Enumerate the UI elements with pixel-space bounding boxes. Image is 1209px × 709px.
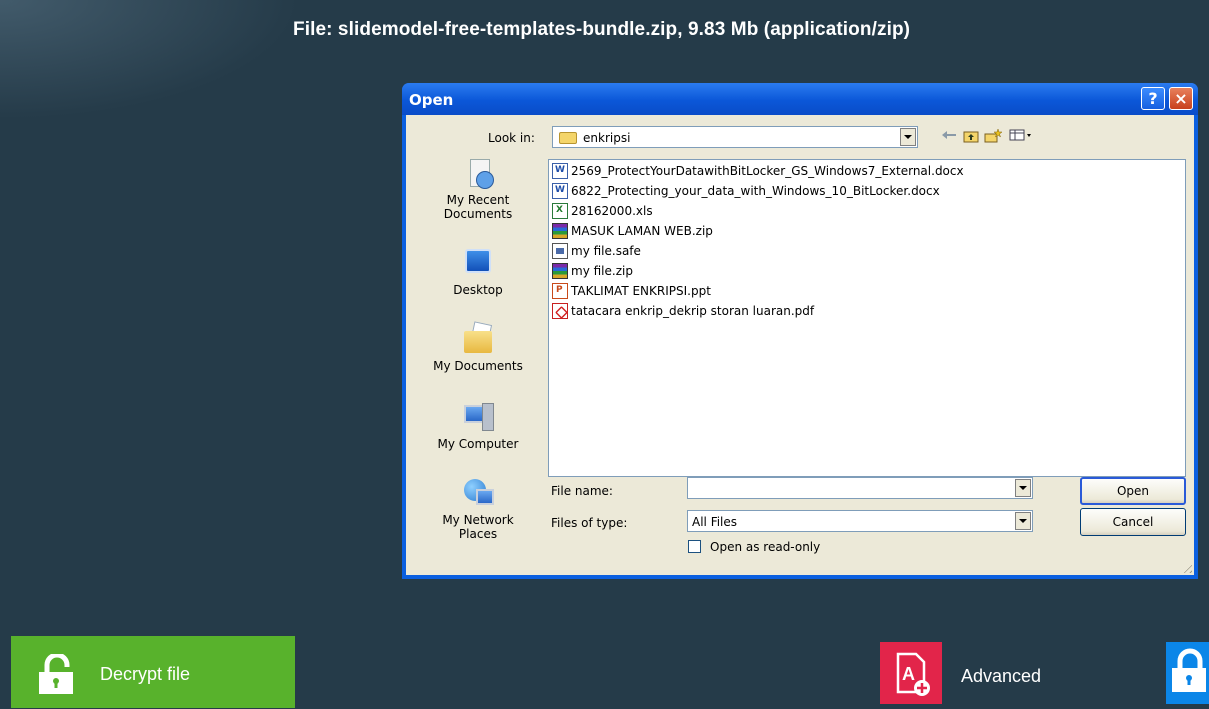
place-label: Desktop [453,283,503,297]
file-list-item[interactable]: 6822_Protecting_your_data_with_Windows_1… [552,181,940,201]
open-button[interactable]: Open [1080,477,1186,505]
safe-file-icon [552,243,568,259]
look-in-label: Look in: [488,131,535,145]
advanced-label[interactable]: Advanced [961,666,1041,687]
word-document-icon [552,163,568,179]
close-button[interactable]: × [1169,87,1193,110]
read-only-label: Open as read-only [710,540,821,554]
file-name-text: 28162000.xls [571,204,653,218]
dialog-titlebar[interactable]: Open ? × [402,83,1198,115]
read-only-checkbox[interactable] [688,540,701,553]
place-label: My Documents [433,359,523,373]
powerpoint-document-icon [552,283,568,299]
place-my-computer[interactable]: My Computer [426,401,530,451]
new-folder-icon[interactable] [984,128,1003,145]
decrypt-file-button[interactable]: Decrypt file [11,636,295,708]
file-list-item[interactable]: 28162000.xls [552,201,653,221]
file-name-text: 2569_ProtectYourDatawithBitLocker_GS_Win… [571,164,964,178]
file-name-text: tatacara enkrip_dekrip storan luaran.pdf [571,304,815,318]
zip-archive-icon [552,223,568,239]
resize-grip[interactable] [1180,561,1192,573]
background-glow [0,0,300,120]
svg-text:A: A [902,664,915,684]
file-name-text: my file.zip [571,264,633,278]
file-name-label: File name: [551,484,613,498]
file-type-label: Files of type: [551,516,628,530]
my-computer-icon [462,401,494,433]
place-my-recent-documents[interactable]: My Recent Documents [426,157,530,221]
chevron-down-icon[interactable] [1015,479,1031,497]
network-places-icon [462,477,494,509]
encrypt-lock-icon[interactable] [1166,642,1209,704]
file-list-item[interactable]: my file.safe [552,241,641,261]
open-file-dialog: Open ? × Look in: enkripsi My Recent Doc… [402,83,1198,579]
unlock-icon [35,652,79,694]
file-type-value: All Files [692,515,738,529]
file-type-dropdown[interactable]: All Files [687,510,1033,532]
file-name-text: 6822_Protecting_your_data_with_Windows_1… [571,184,940,198]
look-in-value: enkripsi [583,131,631,145]
file-list-item[interactable]: TAKLIMAT ENKRIPSI.ppt [552,281,711,301]
file-name-text: my file.safe [571,244,641,258]
excel-document-icon [552,203,568,219]
file-list[interactable]: 2569_ProtectYourDatawithBitLocker_GS_Win… [548,159,1186,477]
cancel-button[interactable]: Cancel [1080,508,1186,536]
chevron-down-icon[interactable] [1015,512,1031,530]
recent-documents-icon [462,157,494,189]
back-arrow-icon[interactable] [940,129,958,145]
place-my-network-places[interactable]: My Network Places [426,477,530,541]
folder-icon [559,132,577,144]
decrypt-file-label: Decrypt file [100,664,191,684]
file-name-input[interactable] [687,477,1033,499]
advanced-icon[interactable]: A [880,642,942,704]
place-label: My Computer [437,437,519,451]
file-name-text: MASUK LAMAN WEB.zip [571,224,713,238]
place-my-documents[interactable]: My Documents [426,321,530,373]
place-label: My Network Places [442,513,514,541]
dialog-title: Open [409,91,454,109]
up-folder-icon[interactable] [962,129,980,145]
help-button[interactable]: ? [1141,87,1165,110]
word-document-icon [552,183,568,199]
zip-archive-icon [552,263,568,279]
chevron-down-icon[interactable] [900,128,916,146]
my-documents-icon [462,321,494,355]
file-name-text: TAKLIMAT ENKRIPSI.ppt [571,284,711,298]
file-list-item[interactable]: tatacara enkrip_dekrip storan luaran.pdf [552,301,814,321]
view-menu-icon[interactable] [1008,129,1034,145]
file-list-item[interactable]: 2569_ProtectYourDatawithBitLocker_GS_Win… [552,161,964,181]
file-info-header: File: slidemodel-free-templates-bundle.z… [293,19,911,40]
look-in-dropdown[interactable]: enkripsi [552,126,918,148]
dialog-body: Look in: enkripsi My Recent Documents De… [406,115,1194,575]
file-list-item[interactable]: MASUK LAMAN WEB.zip [552,221,713,241]
pdf-document-icon [552,303,568,319]
desktop-icon [462,247,494,279]
place-label: My Recent Documents [443,193,513,221]
file-list-item[interactable]: my file.zip [552,261,633,281]
place-desktop[interactable]: Desktop [426,247,530,297]
